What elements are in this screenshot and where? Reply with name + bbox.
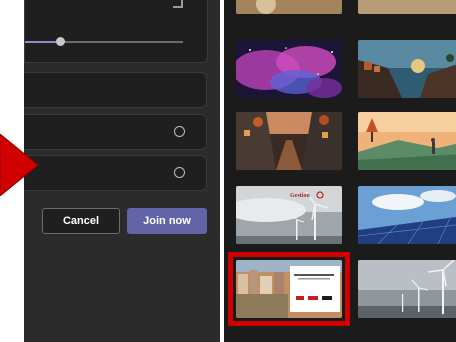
audio-settings-card [24, 0, 208, 63]
radio-button[interactable] [174, 167, 185, 178]
background-thumb-partial-top-right[interactable] [358, 0, 456, 14]
arrow-pointer-icon [0, 134, 39, 196]
background-thumb-galaxy-nebula[interactable] [236, 40, 342, 98]
join-now-button[interactable]: Join now [127, 208, 207, 234]
device-settings-panel: Cancel Join now [24, 0, 220, 342]
option-row-2[interactable] [24, 114, 207, 150]
background-thumb-wind-farm[interactable] [358, 260, 456, 318]
radio-button[interactable] [174, 126, 185, 137]
background-gallery: Gestion [224, 0, 456, 342]
background-thumb-cliffside-sunset[interactable] [358, 40, 456, 98]
join-screen: Cancel Join now Gestion [0, 0, 456, 342]
expand-icon[interactable] [173, 0, 183, 8]
volume-slider[interactable] [25, 41, 183, 43]
volume-slider-thumb[interactable] [55, 37, 65, 46]
option-row-1[interactable] [24, 72, 207, 108]
background-thumb-wind-turbines-logo[interactable]: Gestion [236, 186, 342, 244]
selected-background-highlight [228, 252, 350, 326]
background-thumb-partial-top-left[interactable] [236, 0, 342, 14]
background-thumb-autumn-hills[interactable] [358, 112, 456, 170]
background-thumb-village-street[interactable] [236, 112, 342, 170]
background-thumb-solar-panels[interactable] [358, 186, 456, 244]
volume-slider-fill [25, 41, 60, 43]
gestion-logo: Gestion [290, 193, 310, 199]
cancel-button[interactable]: Cancel [42, 208, 120, 234]
option-row-3[interactable] [24, 155, 207, 191]
